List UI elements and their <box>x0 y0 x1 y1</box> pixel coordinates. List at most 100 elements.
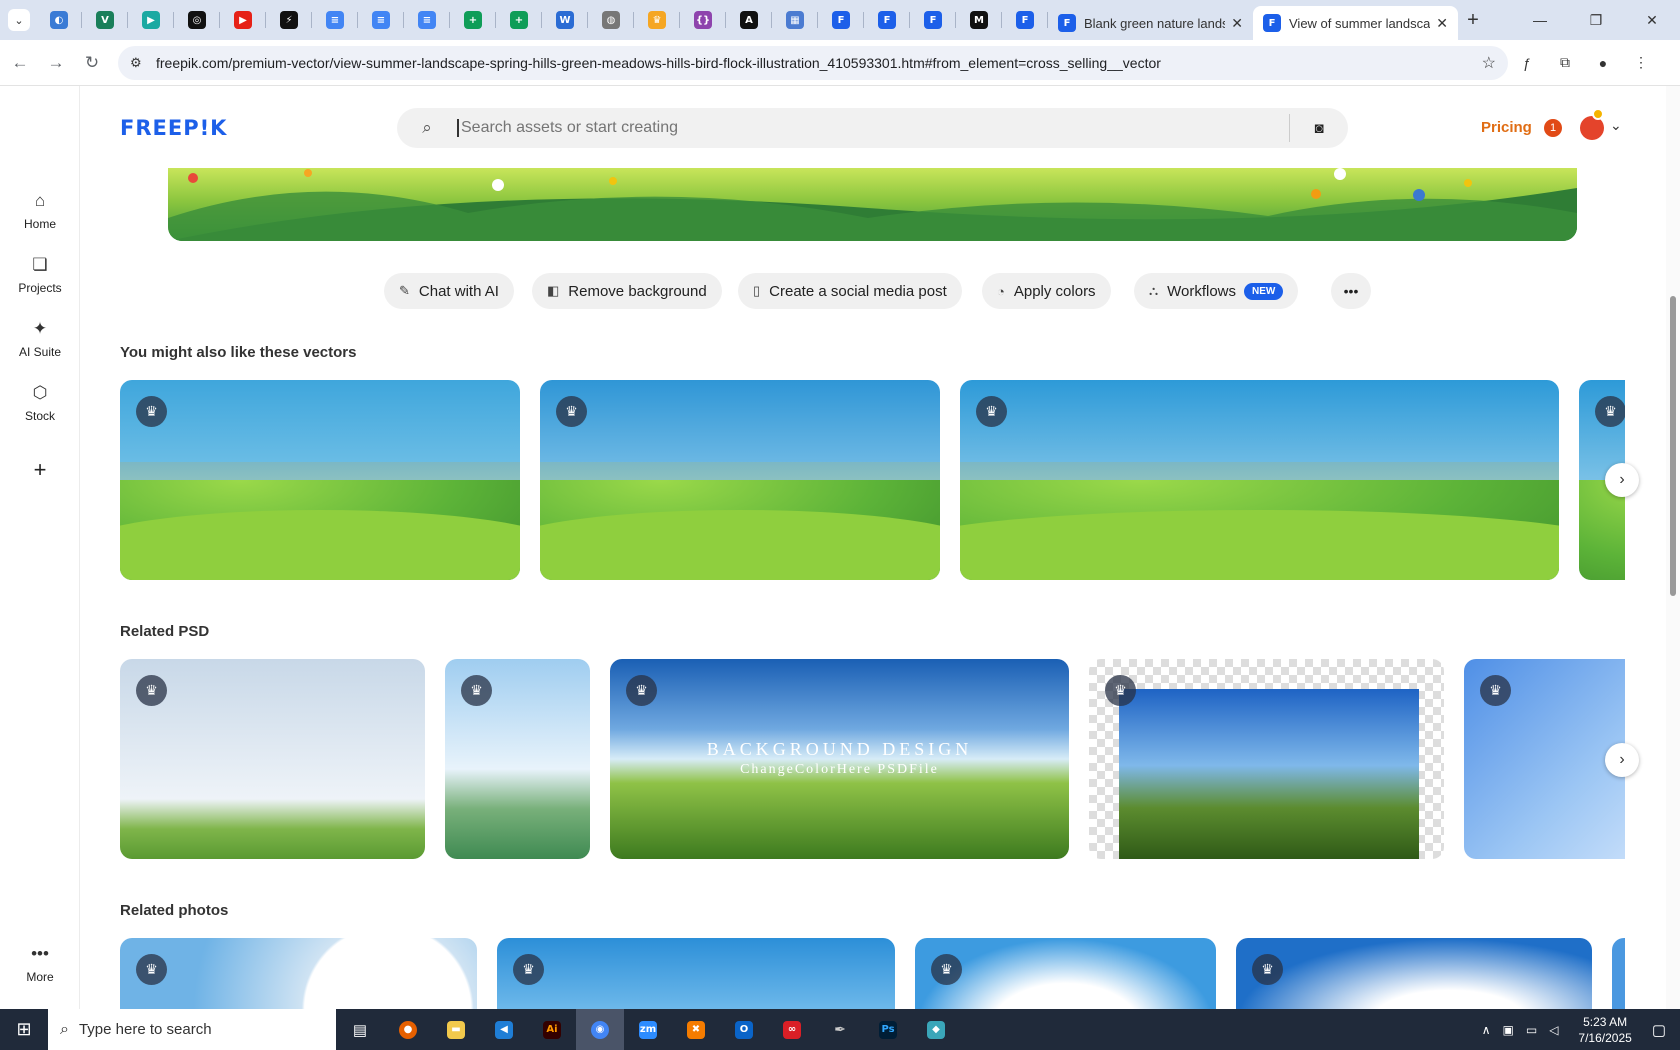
pen-tool-icon[interactable]: ✒ <box>816 1009 864 1050</box>
psd-card[interactable]: ♛ <box>445 659 590 859</box>
pinned-tab[interactable]: F <box>864 0 910 40</box>
pinned-tab[interactable]: ◎ <box>174 0 220 40</box>
pinned-tab[interactable]: ≡ <box>404 0 450 40</box>
chrome-menu-icon[interactable]: ⋮ <box>1622 54 1660 71</box>
tab-search-button[interactable]: ⌄ <box>8 9 30 31</box>
pinned-tab[interactable]: ▶ <box>220 0 266 40</box>
pinned-tab[interactable]: ≡ <box>358 0 404 40</box>
chat-with-ai-button[interactable]: ✎ Chat with AI <box>384 273 514 309</box>
xampp-icon[interactable]: ✖ <box>672 1009 720 1050</box>
psd-card[interactable]: ♛ <box>1089 659 1444 859</box>
freepik-logo[interactable]: FREEP!K <box>120 116 227 140</box>
apply-colors-button[interactable]: ◔ Apply colors <box>982 273 1111 309</box>
pinned-tab[interactable]: ⚡ <box>266 0 312 40</box>
minimize-button[interactable]: — <box>1512 0 1568 40</box>
tab-view-summer-landscape[interactable]: F View of summer landscape ✕ <box>1253 6 1458 40</box>
photo-card[interactable]: ♛ <box>1236 938 1592 1009</box>
pinned-tab[interactable]: ◍ <box>588 0 634 40</box>
create-social-post-button[interactable]: ▯ Create a social media post <box>738 273 962 309</box>
pinned-tab[interactable]: F <box>910 0 956 40</box>
taskbar-clock[interactable]: 5:23 AM 7/16/2025 <box>1578 1014 1631 1046</box>
network-icon[interactable]: ▭ <box>1526 1023 1537 1037</box>
sidebar-item-more[interactable]: ••• More <box>0 944 80 984</box>
photo-card[interactable]: ♛ <box>915 938 1216 1009</box>
pricing-link[interactable]: Pricing <box>1481 119 1532 136</box>
close-window-button[interactable]: ✕ <box>1624 0 1680 40</box>
page-scrollbar[interactable] <box>1666 86 1680 1009</box>
remove-background-button[interactable]: ◧ Remove background <box>532 273 722 309</box>
task-view-icon[interactable]: ▤ <box>336 1009 384 1050</box>
site-info-icon[interactable]: ⚙ <box>130 55 156 71</box>
chrome-icon[interactable]: ◉ <box>576 1009 624 1050</box>
photo-card[interactable]: ♛ <box>120 938 477 1009</box>
vscode-icon[interactable]: ◀ <box>480 1009 528 1050</box>
pinned-tab[interactable]: {} <box>680 0 726 40</box>
close-tab-icon[interactable]: ✕ <box>1436 15 1448 32</box>
sidebar-item-home[interactable]: ⌂ Home <box>0 191 80 231</box>
creative-cloud-icon[interactable]: ∞ <box>768 1009 816 1050</box>
zoom-icon[interactable]: zm <box>624 1009 672 1050</box>
add-button[interactable]: + <box>0 457 80 483</box>
pinned-tab[interactable]: W <box>542 0 588 40</box>
search-input[interactable] <box>457 119 1289 137</box>
pinned-tab[interactable]: ▶ <box>128 0 174 40</box>
workflows-button[interactable]: ⛬ Workflows NEW <box>1134 273 1299 309</box>
profile-avatar-icon[interactable]: ● <box>1584 55 1622 71</box>
vector-card[interactable]: ♛ <box>540 380 940 580</box>
close-tab-icon[interactable]: ✕ <box>1231 15 1243 32</box>
new-tab-button[interactable]: + <box>1458 9 1488 32</box>
pinned-tab[interactable]: + <box>450 0 496 40</box>
more-actions-button[interactable]: ••• <box>1331 273 1371 309</box>
tab-blank-green-nature[interactable]: F Blank green nature landscape ✕ <box>1048 6 1253 40</box>
photoshop-icon[interactable]: Ps <box>864 1009 912 1050</box>
notification-badge[interactable]: 1 <box>1544 119 1562 137</box>
vector-card[interactable]: ♛ <box>960 380 1559 580</box>
carousel-next-button[interactable]: › <box>1605 463 1639 497</box>
bookmark-star-icon[interactable]: ☆ <box>1482 53 1496 73</box>
scrollbar-thumb[interactable] <box>1670 296 1676 596</box>
sidebar-item-ai-suite[interactable]: ✦ AI Suite <box>0 319 80 359</box>
pinned-tab[interactable]: V <box>82 0 128 40</box>
pinned-tab[interactable]: F <box>1002 0 1048 40</box>
photo-card[interactable] <box>1612 938 1625 1009</box>
pinned-tab[interactable]: ≡ <box>312 0 358 40</box>
volume-icon[interactable]: ◁ <box>1549 1023 1558 1037</box>
pinned-tab[interactable]: A <box>726 0 772 40</box>
reload-button[interactable]: ↻ <box>76 53 108 73</box>
extension-f-icon[interactable]: ƒ <box>1508 55 1546 71</box>
sidebar-item-stock[interactable]: ⬡ Stock <box>0 383 80 423</box>
notifications-icon[interactable]: ▢ <box>1652 1021 1666 1039</box>
url-text[interactable]: freepik.com/premium-vector/view-summer-l… <box>156 55 1482 71</box>
user-avatar[interactable] <box>1580 116 1604 140</box>
omnibox[interactable]: ⚙ freepik.com/premium-vector/view-summer… <box>118 45 1508 80</box>
taskbar-search[interactable]: ⌕ Type here to search <box>48 1009 336 1050</box>
back-button[interactable]: ← <box>4 53 36 73</box>
firefox-icon[interactable]: ● <box>384 1009 432 1050</box>
outlook-icon[interactable]: O <box>720 1009 768 1050</box>
chevron-down-icon[interactable]: ⌄ <box>1610 117 1622 134</box>
tray-overflow-icon[interactable]: ∧ <box>1482 1023 1491 1037</box>
file-explorer-icon[interactable]: ▬ <box>432 1009 480 1050</box>
psd-card[interactable]: ♛ BACKGROUND DESIGN ChangeColorHere PSDF… <box>610 659 1069 859</box>
forward-button[interactable]: → <box>40 53 72 73</box>
camera-search-icon[interactable]: ◙ <box>1290 120 1348 137</box>
pinned-tab[interactable]: ▦ <box>772 0 818 40</box>
diamond-app-icon[interactable]: ◆ <box>912 1009 960 1050</box>
windows-start-icon[interactable]: ⊞ <box>0 1019 48 1040</box>
pinned-tab[interactable]: M <box>956 0 1002 40</box>
psd-card[interactable]: ♛ <box>1464 659 1625 859</box>
extensions-puzzle-icon[interactable]: ⧉ <box>1546 54 1584 71</box>
main-preview-image[interactable] <box>168 168 1577 241</box>
restore-button[interactable]: ❐ <box>1568 0 1624 40</box>
photo-card[interactable]: ♛ <box>497 938 895 1009</box>
illustrator-icon[interactable]: Ai <box>528 1009 576 1050</box>
vector-card[interactable]: ♛ <box>120 380 520 580</box>
psd-card[interactable]: ♛ <box>120 659 425 859</box>
pinned-tab[interactable]: ◐ <box>36 0 82 40</box>
carousel-next-button[interactable]: › <box>1605 743 1639 777</box>
pinned-tab[interactable]: ♛ <box>634 0 680 40</box>
pinned-tab[interactable]: F <box>818 0 864 40</box>
pinned-tab[interactable]: + <box>496 0 542 40</box>
tray-update-icon[interactable]: ▣ <box>1503 1023 1514 1037</box>
sidebar-item-projects[interactable]: ❏ Projects <box>0 255 80 295</box>
